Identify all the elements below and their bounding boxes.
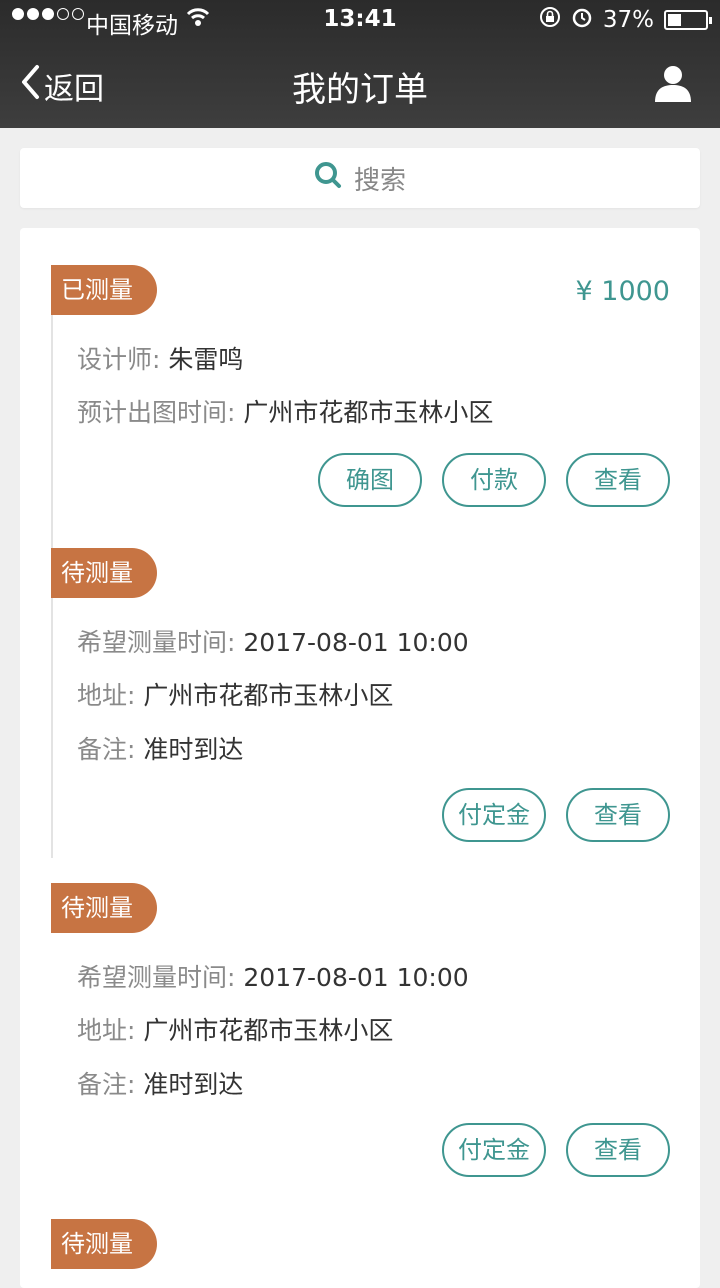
address-field: 地址: 广州市花都市玉林小区 <box>77 676 393 712</box>
field-label: 地址: <box>77 681 136 710</box>
status-bar: 中国移动 13:41 37% <box>0 0 720 40</box>
pay-deposit-button[interactable]: 付定金 <box>442 1123 546 1177</box>
field-value: 朱雷鸣 <box>168 345 244 374</box>
navigation-bar: 返回 我的订单 <box>0 40 720 128</box>
pay-deposit-button[interactable]: 付定金 <box>442 788 546 842</box>
status-badge: 待测量 <box>51 1219 157 1269</box>
rotation-lock-icon <box>539 6 561 34</box>
search-icon <box>314 161 342 196</box>
field-value: 广州市花都市玉林小区 <box>243 398 494 427</box>
field-label: 预计出图时间: <box>77 398 236 427</box>
timeline-line <box>51 284 53 548</box>
field-label: 希望测量时间: <box>77 628 236 657</box>
field-label: 希望测量时间: <box>77 963 236 992</box>
designer-field: 设计师: 朱雷鸣 <box>77 340 243 376</box>
status-badge: 待测量 <box>51 883 157 933</box>
field-value: 广州市花都市玉林小区 <box>143 681 394 710</box>
remark-field: 备注: 准时到达 <box>77 730 243 766</box>
header: 中国移动 13:41 37% 返回 我的订单 <box>0 0 720 128</box>
order-price: ¥ 1000 <box>575 276 670 307</box>
pay-button[interactable]: 付款 <box>442 453 546 507</box>
field-value: 准时到达 <box>143 735 244 764</box>
field-value: 广州市花都市玉林小区 <box>143 1016 394 1045</box>
status-badge: 待测量 <box>51 548 157 598</box>
field-label: 备注: <box>77 735 136 764</box>
status-badge: 已测量 <box>51 265 157 315</box>
field-label: 设计师: <box>77 345 161 374</box>
measure-time-field: 希望测量时间: 2017-08-01 10:00 <box>77 623 469 659</box>
view-button[interactable]: 查看 <box>566 788 670 842</box>
measure-time-field: 希望测量时间: 2017-08-01 10:00 <box>77 958 469 994</box>
battery-percent: 37% <box>602 7 654 33</box>
user-icon[interactable] <box>654 64 692 106</box>
field-label: 备注: <box>77 1070 136 1099</box>
page-title: 我的订单 <box>292 70 428 110</box>
search-bar[interactable]: 搜索 <box>20 148 700 208</box>
view-button[interactable]: 查看 <box>566 1123 670 1177</box>
timeline-line <box>51 568 53 858</box>
field-value: 2017-08-01 10:00 <box>243 628 469 657</box>
confirm-drawing-button[interactable]: 确图 <box>318 453 422 507</box>
remark-field: 备注: 准时到达 <box>77 1065 243 1101</box>
view-button[interactable]: 查看 <box>566 453 670 507</box>
field-label: 地址: <box>77 1016 136 1045</box>
order-list: 已测量 ¥ 1000 设计师: 朱雷鸣 预计出图时间: 广州市花都市玉林小区 确… <box>20 228 700 1288</box>
address-field: 地址: 广州市花都市玉林小区 <box>77 1011 393 1047</box>
drawing-time-field: 预计出图时间: 广州市花都市玉林小区 <box>77 393 493 429</box>
search-placeholder: 搜索 <box>353 165 406 196</box>
battery-icon <box>664 10 712 30</box>
field-value: 2017-08-01 10:00 <box>243 963 469 992</box>
field-value: 准时到达 <box>143 1070 244 1099</box>
alarm-icon <box>571 6 593 34</box>
